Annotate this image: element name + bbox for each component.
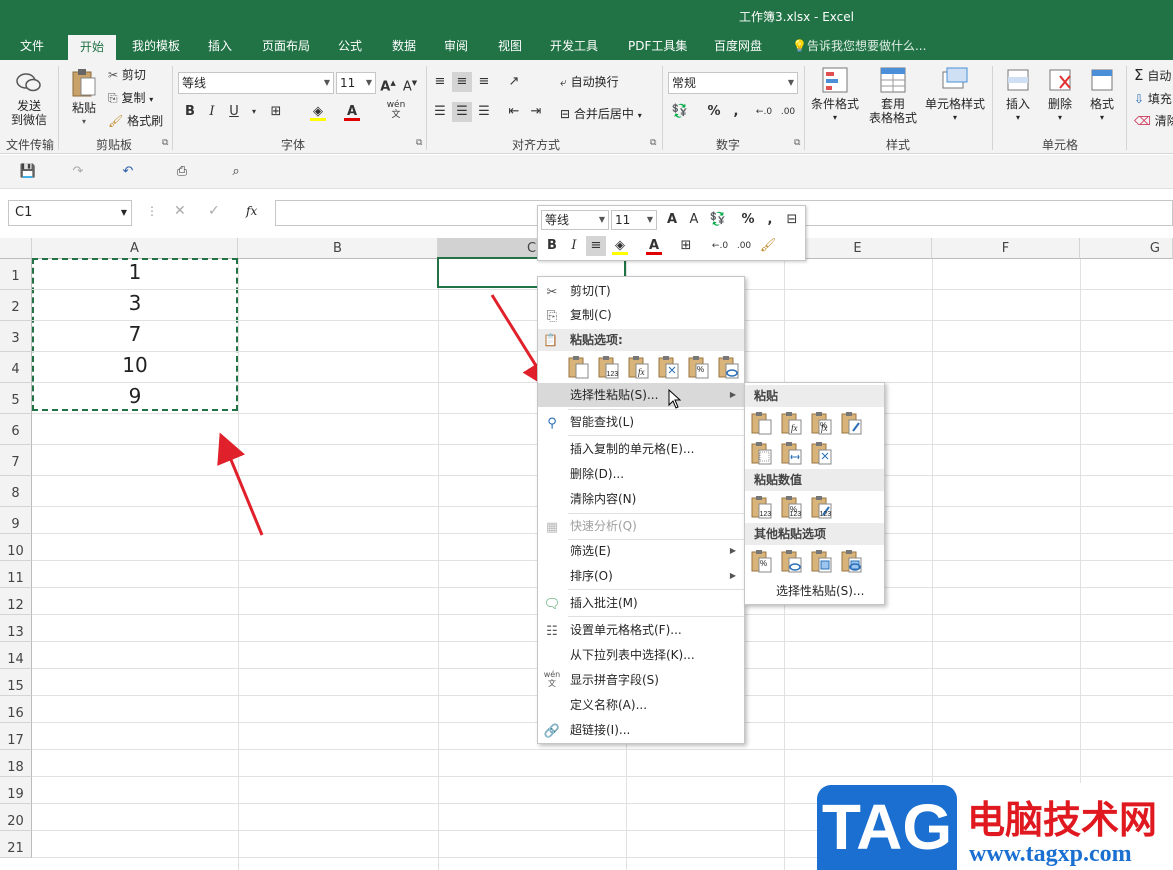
paste-values-icon[interactable]: 123 <box>751 495 775 521</box>
submenu-paste-values-header: 粘贴数值 <box>745 469 884 491</box>
paste-values-icon[interactable]: 123 <box>598 355 622 381</box>
paste-transpose-icon[interactable] <box>811 441 835 467</box>
format-cells-icon: ☷ <box>546 624 558 639</box>
paintbrush-icon[interactable]: 🖌 <box>758 236 778 256</box>
chevron-right-icon: ▶ <box>729 546 736 555</box>
chevron-right-icon: ▶ <box>729 390 736 399</box>
merge-icon[interactable]: ⊟ <box>782 210 802 230</box>
menu-item-show-phonetic[interactable]: wén 文显示拼音字段(S) <box>538 668 744 692</box>
menu-item-paste-special[interactable]: 选择性粘贴(S)... ▶ <box>538 383 744 407</box>
clipboard-icon: 📋 <box>543 333 558 347</box>
menu-item-hyperlink[interactable]: 🔗 超链接(I)... <box>538 718 744 742</box>
mini-font-size-combo[interactable]: 11 ▼ <box>611 210 657 230</box>
phonetic-guide-icon: wén 文 <box>543 670 561 688</box>
svg-text:fx: fx <box>791 423 798 433</box>
percent-icon[interactable]: % <box>738 210 758 230</box>
increase-font-icon[interactable]: A <box>662 210 682 230</box>
menu-item-clear-contents[interactable]: 清除内容(N) <box>538 487 744 511</box>
paste-linked-picture-icon[interactable] <box>841 549 865 575</box>
chevron-right-icon: ▶ <box>729 571 736 580</box>
svg-text:%: % <box>697 365 704 374</box>
paste-picture-icon[interactable] <box>811 549 835 575</box>
menu-item-copy[interactable]: ⎘ 复制(C) <box>538 303 744 327</box>
fill-color-icon[interactable]: ◈ <box>610 236 630 256</box>
submenu-paste-header: 粘贴 <box>745 385 884 407</box>
menu-item-cut[interactable]: ✂ 剪切(T) <box>538 279 744 303</box>
menu-item-insert-comment[interactable]: 🗨 插入批注(M) <box>538 591 744 615</box>
comment-icon: 🗨 <box>543 597 561 612</box>
svg-text:123: 123 <box>790 511 802 518</box>
menu-item-define-name[interactable]: 定义名称(A)... <box>538 693 744 717</box>
watermark-logo: TAG 电脑技术网 www.tagxp.com <box>817 783 1173 870</box>
menu-item-quick-analysis[interactable]: ▦ 快速分析(Q) <box>538 514 744 538</box>
currency-icon[interactable]: 💱 <box>708 210 728 230</box>
menu-item-pick-from-list[interactable]: 从下拉列表中选择(K)... <box>538 643 744 667</box>
svg-text:fx: fx <box>821 423 828 433</box>
arrow-to-copied-range <box>217 432 264 536</box>
menu-item-sort[interactable]: 排序(O) ▶ <box>538 564 744 588</box>
svg-text:123: 123 <box>820 511 832 518</box>
context-menu: ✂ 剪切(T) ⎘ 复制(C) 📋 粘贴选项: 选择性粘贴(S)... ▶ ⚲ 智能查找(… <box>537 276 745 744</box>
font-color-icon[interactable]: A <box>644 236 664 256</box>
menu-item-delete[interactable]: 删除(D)... <box>538 462 744 486</box>
italic-icon[interactable]: I <box>564 236 584 256</box>
hyperlink-icon: 🔗 <box>543 724 561 739</box>
chevron-down-icon: ▼ <box>598 215 605 224</box>
paste-formatting-icon[interactable]: % <box>688 355 712 381</box>
smart-lookup-icon: ⚲ <box>547 416 557 431</box>
copy-icon: ⎘ <box>546 309 558 324</box>
align-center-icon[interactable]: ≡ <box>586 236 606 256</box>
paste-keep-column-widths-icon[interactable] <box>781 441 805 467</box>
paste-icon[interactable] <box>568 355 592 381</box>
svg-text:123: 123 <box>760 511 772 518</box>
paste-transpose-icon[interactable] <box>658 355 682 381</box>
paste-values-source-format-icon[interactable]: 123 <box>811 495 835 521</box>
submenu-other-paste-header: 其他粘贴选项 <box>745 523 884 545</box>
paste-keep-source-format-icon[interactable] <box>841 411 865 437</box>
scissors-icon: ✂ <box>546 285 558 300</box>
mini-toolbar: 等线 ▼ 11 ▼ A A 💱 % , ⊟ B I ≡ ◈ A ⊞ ←.0 .00 … <box>537 205 806 261</box>
logo-brand: TAG <box>817 785 957 870</box>
paste-no-borders-icon[interactable] <box>751 441 775 467</box>
paste-formulas-icon[interactable]: fx <box>628 355 652 381</box>
menu-item-smart-lookup[interactable]: ⚲ 智能查找(L) <box>538 410 744 434</box>
paste-link-icon[interactable] <box>781 549 805 575</box>
logo-site-name: 电脑技术网 <box>967 798 1158 842</box>
menu-item-filter[interactable]: 筛选(E) ▶ <box>538 539 744 563</box>
paste-formatting-icon[interactable]: % <box>751 549 775 575</box>
paste-special-submenu: 粘贴 粘贴数值 其他粘贴选项 选择性粘贴(S)... fx% fx 123% 123 1… <box>744 382 885 605</box>
svg-text:123: 123 <box>607 371 619 378</box>
svg-text:fx: fx <box>638 367 645 377</box>
svg-text:%: % <box>760 559 767 568</box>
decrease-decimal-icon[interactable]: .00 <box>734 236 754 256</box>
decrease-font-icon[interactable]: A <box>684 210 704 230</box>
quick-analysis-icon: ▦ <box>545 520 559 535</box>
increase-decimal-icon[interactable]: ←.0 <box>710 236 730 256</box>
paste-formulas-icon[interactable]: fx <box>781 411 805 437</box>
mini-font-name-combo[interactable]: 等线 ▼ <box>541 210 609 230</box>
chevron-down-icon: ▼ <box>646 215 653 224</box>
paste-formulas-number-format-icon[interactable]: % fx <box>811 411 835 437</box>
paste-all-icon[interactable] <box>751 411 775 437</box>
border-icon[interactable]: ⊞ <box>676 236 696 256</box>
paste-values-number-format-icon[interactable]: % 123 <box>781 495 805 521</box>
bold-icon[interactable]: B <box>542 236 562 256</box>
menu-item-format-cells[interactable]: ☷ 设置单元格格式(F)... <box>538 618 744 642</box>
comma-icon[interactable]: , <box>760 210 780 230</box>
mouse-cursor-icon <box>668 389 682 409</box>
submenu-paste-special[interactable]: 选择性粘贴(S)... <box>745 579 884 603</box>
paste-link-icon[interactable] <box>718 355 742 381</box>
logo-url: www.tagxp.com <box>969 841 1132 867</box>
paste-options-header: 📋 粘贴选项: <box>538 329 744 351</box>
menu-item-insert-copied[interactable]: 插入复制的单元格(E)... <box>538 437 744 461</box>
